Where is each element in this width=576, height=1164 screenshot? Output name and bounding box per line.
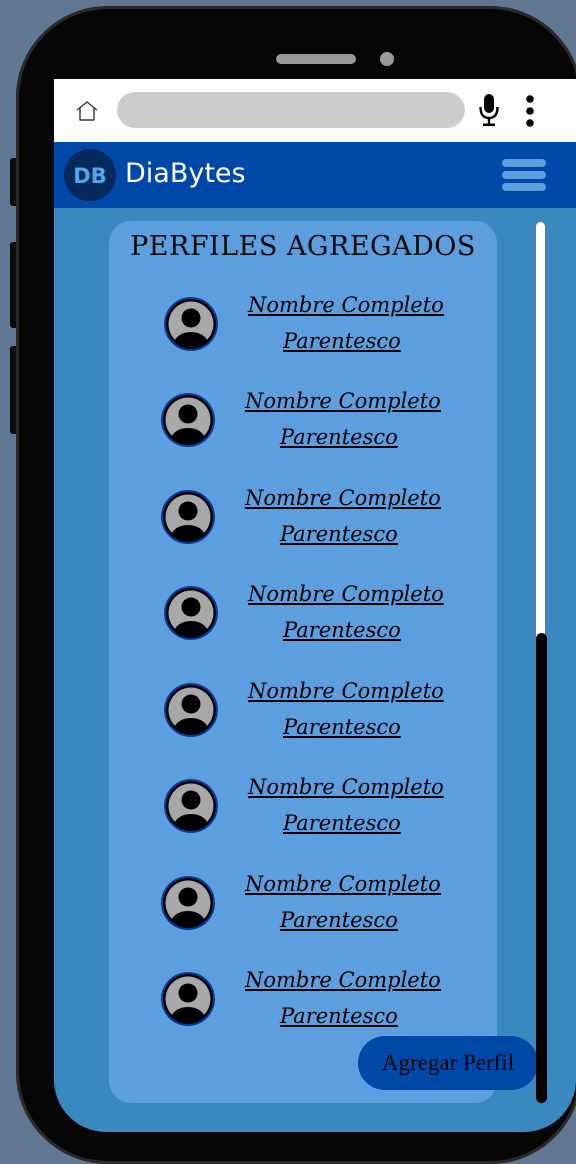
user-avatar-icon [164,297,218,351]
profile-relation[interactable]: Parentesco [283,715,401,739]
profile-relation[interactable]: Parentesco [280,908,398,932]
profiles-card: PERFILES AGREGADOS Nombre Completo Parent… [109,221,538,1103]
profile-item[interactable]: Nombre Completo Parentesco [109,486,497,556]
vertical-dots-icon[interactable] [522,94,538,128]
profile-name[interactable]: Nombre Completo [245,486,441,510]
phone-screen: DB DiaBytes PERFILES AGREGADOS Nombre Co… [54,79,576,1132]
profile-relation[interactable]: Parentesco [280,425,398,449]
browser-bar [54,79,576,142]
profile-relation[interactable]: Parentesco [280,522,398,546]
profile-item[interactable]: Nombre Completo Parentesco [109,389,497,459]
profile-relation[interactable]: Parentesco [283,329,401,353]
profile-item[interactable]: Nombre Completo Parentesco [109,872,497,942]
profile-item[interactable]: Nombre Completo Parentesco [109,582,497,652]
user-avatar-icon [164,586,218,640]
profile-name[interactable]: Nombre Completo [248,679,444,703]
profile-item[interactable]: Nombre Completo Parentesco [109,293,497,363]
phone-camera [380,52,394,66]
microphone-icon[interactable] [478,93,500,127]
profile-name[interactable]: Nombre Completo [245,872,441,896]
user-avatar-icon [161,490,215,544]
svg-text:DB: DB [73,164,106,188]
profile-name[interactable]: Nombre Completo [245,968,441,992]
card-title: PERFILES AGREGADOS [130,231,476,262]
user-avatar-icon [161,393,215,447]
home-icon[interactable] [74,98,100,124]
user-avatar-icon [164,779,218,833]
profile-relation[interactable]: Parentesco [283,618,401,642]
profile-item[interactable]: Nombre Completo Parentesco [109,968,497,1038]
app-title: DiaBytes [125,158,246,189]
profile-name[interactable]: Nombre Completo [248,293,444,317]
user-avatar-icon [164,683,218,737]
phone-speaker [276,54,356,64]
profile-name[interactable]: Nombre Completo [248,582,444,606]
diabytes-logo: DB [64,149,116,201]
url-bar[interactable] [117,92,465,128]
profile-relation[interactable]: Parentesco [280,1004,398,1028]
profile-name[interactable]: Nombre Completo [248,775,444,799]
profile-name[interactable]: Nombre Completo [245,389,441,413]
hamburger-icon[interactable] [502,159,546,191]
add-profile-button[interactable]: Agregar Perfil [358,1036,538,1090]
app-header: DB DiaBytes [54,142,576,208]
profile-item[interactable]: Nombre Completo Parentesco [109,679,497,749]
user-avatar-icon [161,876,215,930]
user-avatar-icon [161,972,215,1026]
profile-item[interactable]: Nombre Completo Parentesco [109,775,497,845]
profile-relation[interactable]: Parentesco [283,811,401,835]
scrollbar-thumb[interactable] [536,633,547,1103]
